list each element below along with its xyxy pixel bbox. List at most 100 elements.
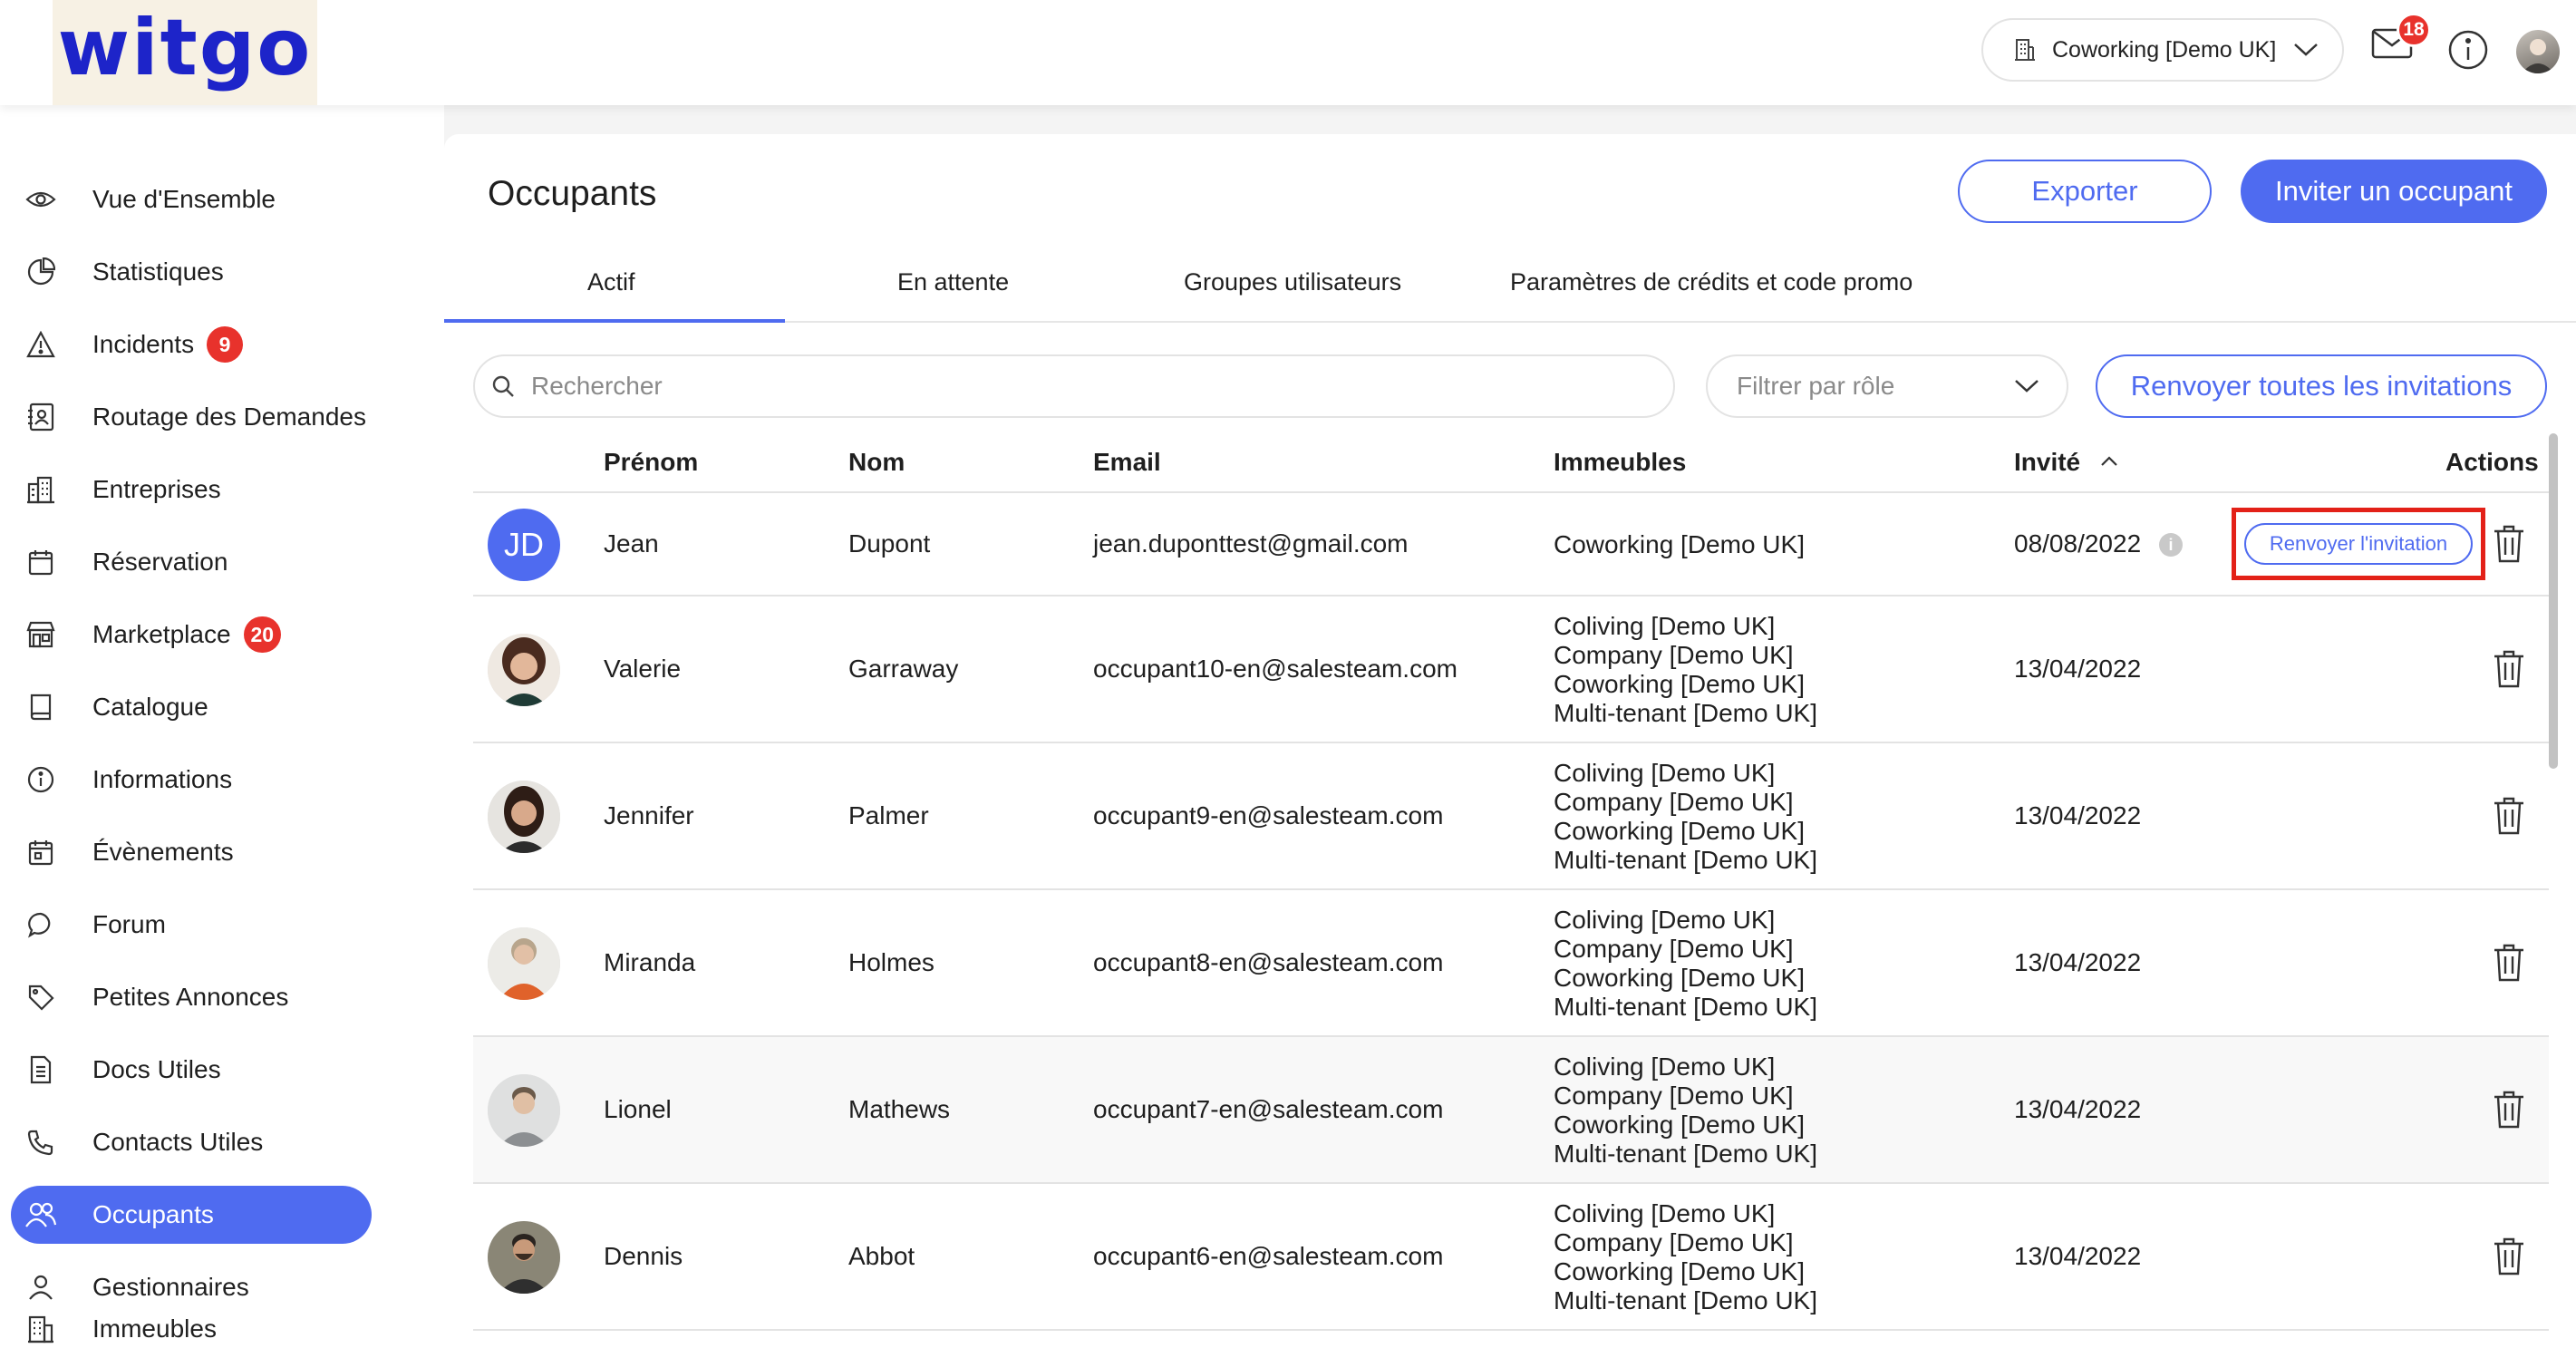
tab-parametres-credits[interactable]: Paramètres de crédits et code promo [1510, 268, 1913, 296]
table-scrollbar[interactable] [2549, 433, 2558, 769]
tab-groupes-utilisateurs[interactable]: Groupes utilisateurs [1184, 268, 1401, 296]
building-name: Coworking [Demo UK] [1554, 817, 1805, 845]
column-header-invited[interactable]: Invité [2014, 448, 2080, 477]
logo-text: witgo [57, 3, 313, 93]
resend-invitation-button[interactable]: Renvoyer l'invitation [2244, 523, 2473, 565]
avatar [488, 634, 560, 706]
delete-trash-icon[interactable] [2493, 796, 2525, 836]
table-row: Miranda Holmes occupant8-en@salesteam.co… [473, 890, 2549, 1037]
cell-firstname: Jean [604, 529, 659, 558]
avatar [488, 927, 560, 1000]
building-name: Multi-tenant [Demo UK] [1554, 699, 1817, 727]
info-icon[interactable]: i [2159, 533, 2183, 557]
witgo-logo[interactable]: witgo [53, 0, 317, 105]
delete-trash-icon[interactable] [2493, 1090, 2525, 1130]
sidebar-item-statistiques[interactable]: Statistiques [11, 243, 372, 301]
sidebar-item-evenements[interactable]: Évènements [11, 823, 372, 881]
sidebar-item-label: Incidents [92, 330, 195, 358]
building-name: Coliving [Demo UK] [1554, 1052, 1776, 1081]
sidebar-item-entreprises[interactable]: Entreprises [11, 461, 372, 519]
sidebar-item-petites-annonces[interactable]: Petites Annonces [11, 968, 372, 1026]
calendar-icon [22, 543, 60, 581]
delete-trash-icon[interactable] [2493, 649, 2525, 689]
sidebar-item-label: Évènements [92, 838, 234, 866]
sidebar-item-forum[interactable]: Forum [11, 896, 372, 954]
column-header-lastname[interactable]: Nom [848, 448, 905, 477]
sidebar-item-vue-d-ensemble[interactable]: Vue d'Ensemble [11, 170, 372, 228]
sidebar-item-label: Catalogue [92, 693, 208, 721]
building-icon [22, 1310, 60, 1348]
store-icon [22, 616, 60, 654]
sidebar-item-informations[interactable]: Informations [11, 751, 372, 809]
sidebar-item-contacts-utiles[interactable]: Contacts Utiles [11, 1113, 372, 1171]
search-input[interactable] [529, 371, 1673, 402]
resend-all-invitations-button[interactable]: Renvoyer toutes les invitations [2096, 354, 2547, 418]
calendar-event-icon [22, 833, 60, 871]
building-name: Coliving [Demo UK] [1554, 759, 1776, 787]
resend-invitation-highlight: Renvoyer l'invitation [2232, 508, 2485, 580]
info-icon[interactable] [2447, 29, 2489, 71]
cell-email: occupant6-en@salesteam.com [1093, 1242, 1444, 1270]
sidebar-item-incidents[interactable]: Incidents 9 [11, 315, 372, 373]
sort-ascending-icon[interactable] [2099, 455, 2119, 468]
column-header-email[interactable]: Email [1093, 448, 1161, 477]
column-header-buildings[interactable]: Immeubles [1554, 448, 1686, 477]
sidebar-item-immeubles[interactable]: Immeubles [11, 1300, 372, 1358]
avatar [488, 1221, 560, 1294]
building-name: Multi-tenant [Demo UK] [1554, 993, 1817, 1021]
cell-buildings: Coliving [Demo UK] Company [Demo UK] Cow… [1554, 612, 1817, 728]
table-row: Valerie Garraway occupant10-en@salesteam… [473, 597, 2549, 743]
sidebar-item-label: Routage des Demandes [92, 403, 366, 431]
delete-trash-icon[interactable] [2493, 943, 2525, 983]
tab-en-attente[interactable]: En attente [897, 268, 1009, 296]
search-field[interactable] [473, 354, 1675, 418]
page-title: Occupants [488, 174, 657, 213]
sidebar-item-label: Informations [92, 765, 233, 793]
building-name: Multi-tenant [Demo UK] [1554, 846, 1817, 874]
chevron-down-icon [2293, 43, 2319, 57]
avatar-initials: JD [488, 509, 560, 581]
column-header-firstname[interactable]: Prénom [604, 448, 698, 477]
building-name: Company [Demo UK] [1554, 935, 1794, 963]
pie-chart-icon [22, 253, 60, 291]
role-filter-select[interactable]: Filtrer par rôle [1706, 354, 2068, 418]
sidebar-item-marketplace[interactable]: Marketplace 20 [11, 606, 372, 664]
invite-occupant-button[interactable]: Inviter un occupant [2241, 160, 2547, 223]
sidebar-item-occupants[interactable]: Occupants [11, 1186, 372, 1244]
avatar [488, 781, 560, 853]
marketplace-count-badge: 20 [243, 616, 282, 653]
cell-buildings: Coworking [Demo UK] [1554, 530, 1805, 559]
sidebar-item-docs-utiles[interactable]: Docs Utiles [11, 1041, 372, 1099]
tab-actif[interactable]: Actif [587, 268, 635, 296]
sidebar: Vue d'Ensemble Statistiques Incidents 9 … [0, 105, 444, 1358]
sidebar-item-routage-des-demandes[interactable]: Routage des Demandes [11, 388, 372, 446]
cell-invited-date: 13/04/2022 [2014, 1095, 2142, 1123]
building-name: Multi-tenant [Demo UK] [1554, 1286, 1817, 1314]
delete-trash-icon[interactable] [2493, 1237, 2525, 1276]
building-name: Company [Demo UK] [1554, 1228, 1794, 1256]
cell-lastname: Holmes [848, 948, 935, 976]
table-row: Jennifer Palmer occupant9-en@salesteam.c… [473, 743, 2549, 890]
avatar [488, 1074, 560, 1147]
role-filter-placeholder: Filtrer par rôle [1737, 372, 1895, 400]
building-selector[interactable]: Coworking [Demo UK] [1981, 18, 2344, 82]
document-icon [22, 1051, 60, 1089]
user-avatar[interactable] [2516, 30, 2560, 73]
sidebar-item-label: Réservation [92, 548, 228, 576]
cell-invited-date: 13/04/2022 [2014, 655, 2142, 683]
building-name: Coliving [Demo UK] [1554, 906, 1776, 934]
sidebar-item-reservation[interactable]: Réservation [11, 533, 372, 591]
sidebar-item-label: Entreprises [92, 475, 221, 503]
sidebar-item-label: Docs Utiles [92, 1055, 221, 1083]
cell-lastname: Dupont [848, 529, 931, 558]
column-header-actions: Actions [2445, 448, 2539, 476]
building-name: Coliving [Demo UK] [1554, 1199, 1776, 1227]
chat-bubble-icon [22, 906, 60, 944]
sidebar-item-catalogue[interactable]: Catalogue [11, 678, 372, 736]
delete-trash-icon[interactable] [2493, 524, 2525, 564]
book-icon [22, 688, 60, 726]
table-row: Dennis Abbot occupant6-en@salesteam.com … [473, 1184, 2549, 1331]
cell-email: occupant8-en@salesteam.com [1093, 948, 1444, 976]
export-button[interactable]: Exporter [1958, 160, 2212, 223]
sidebar-item-label: Gestionnaires [92, 1273, 249, 1301]
